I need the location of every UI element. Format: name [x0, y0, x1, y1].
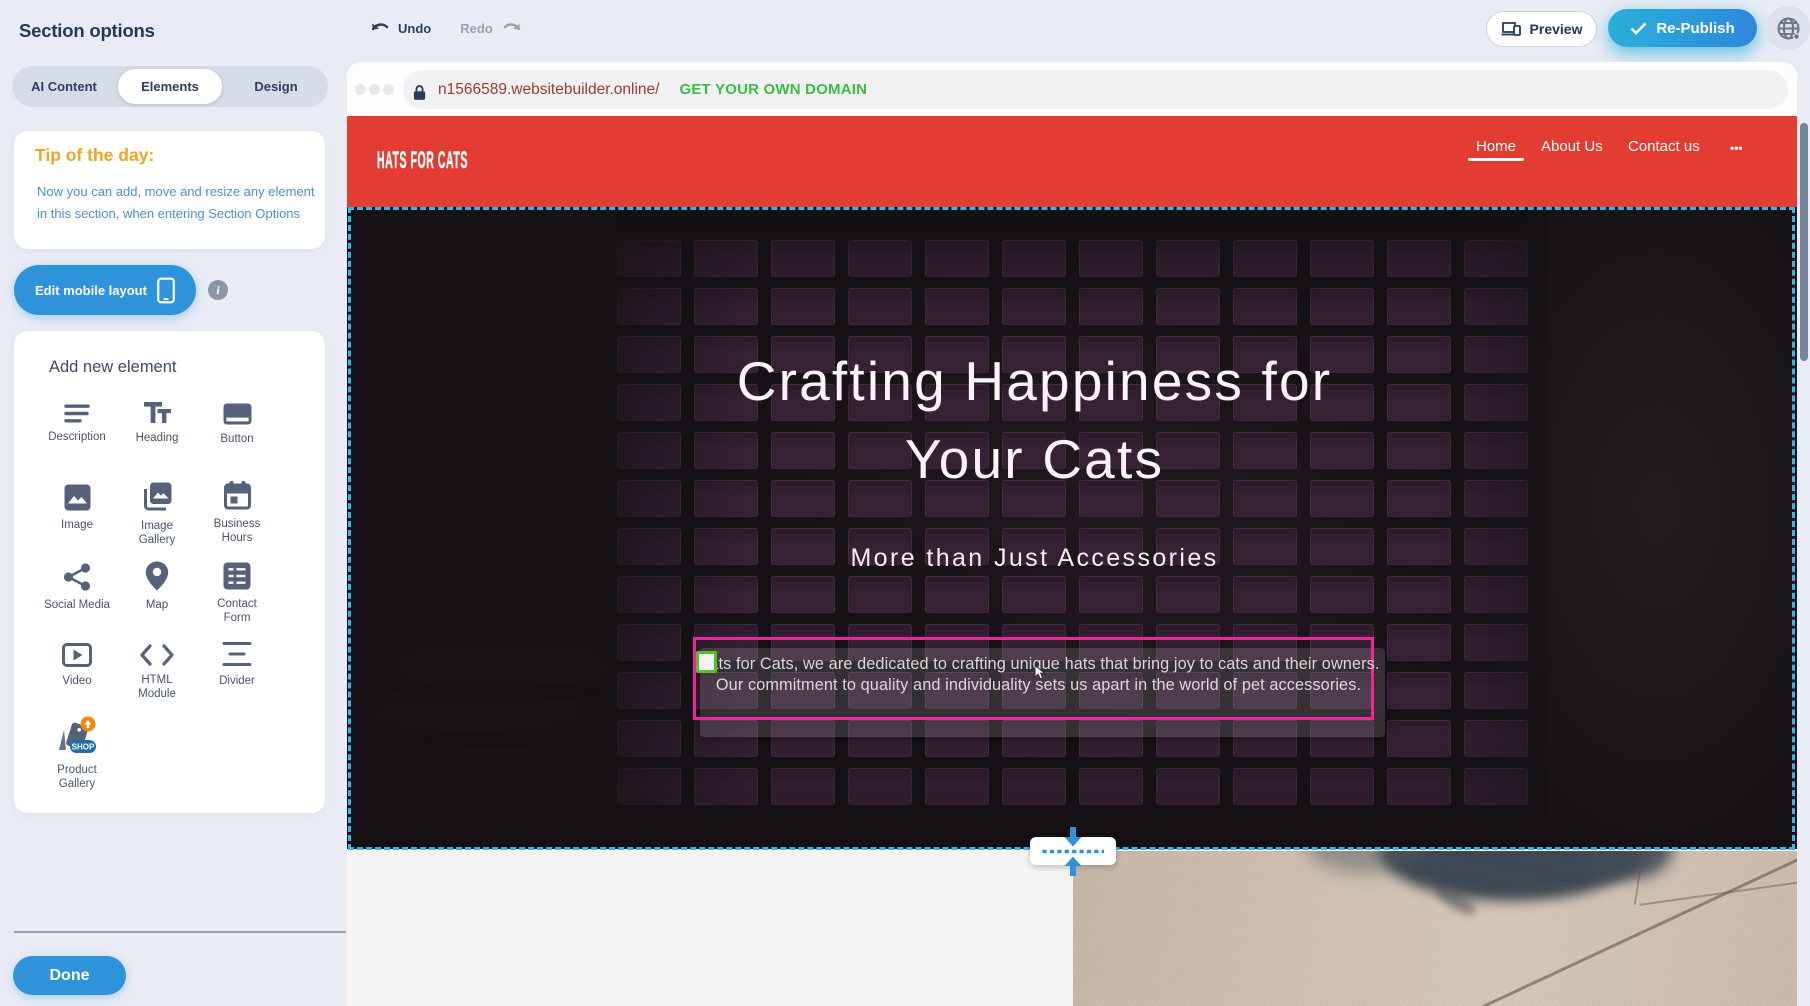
svg-text:SHOP: SHOP: [72, 743, 95, 752]
